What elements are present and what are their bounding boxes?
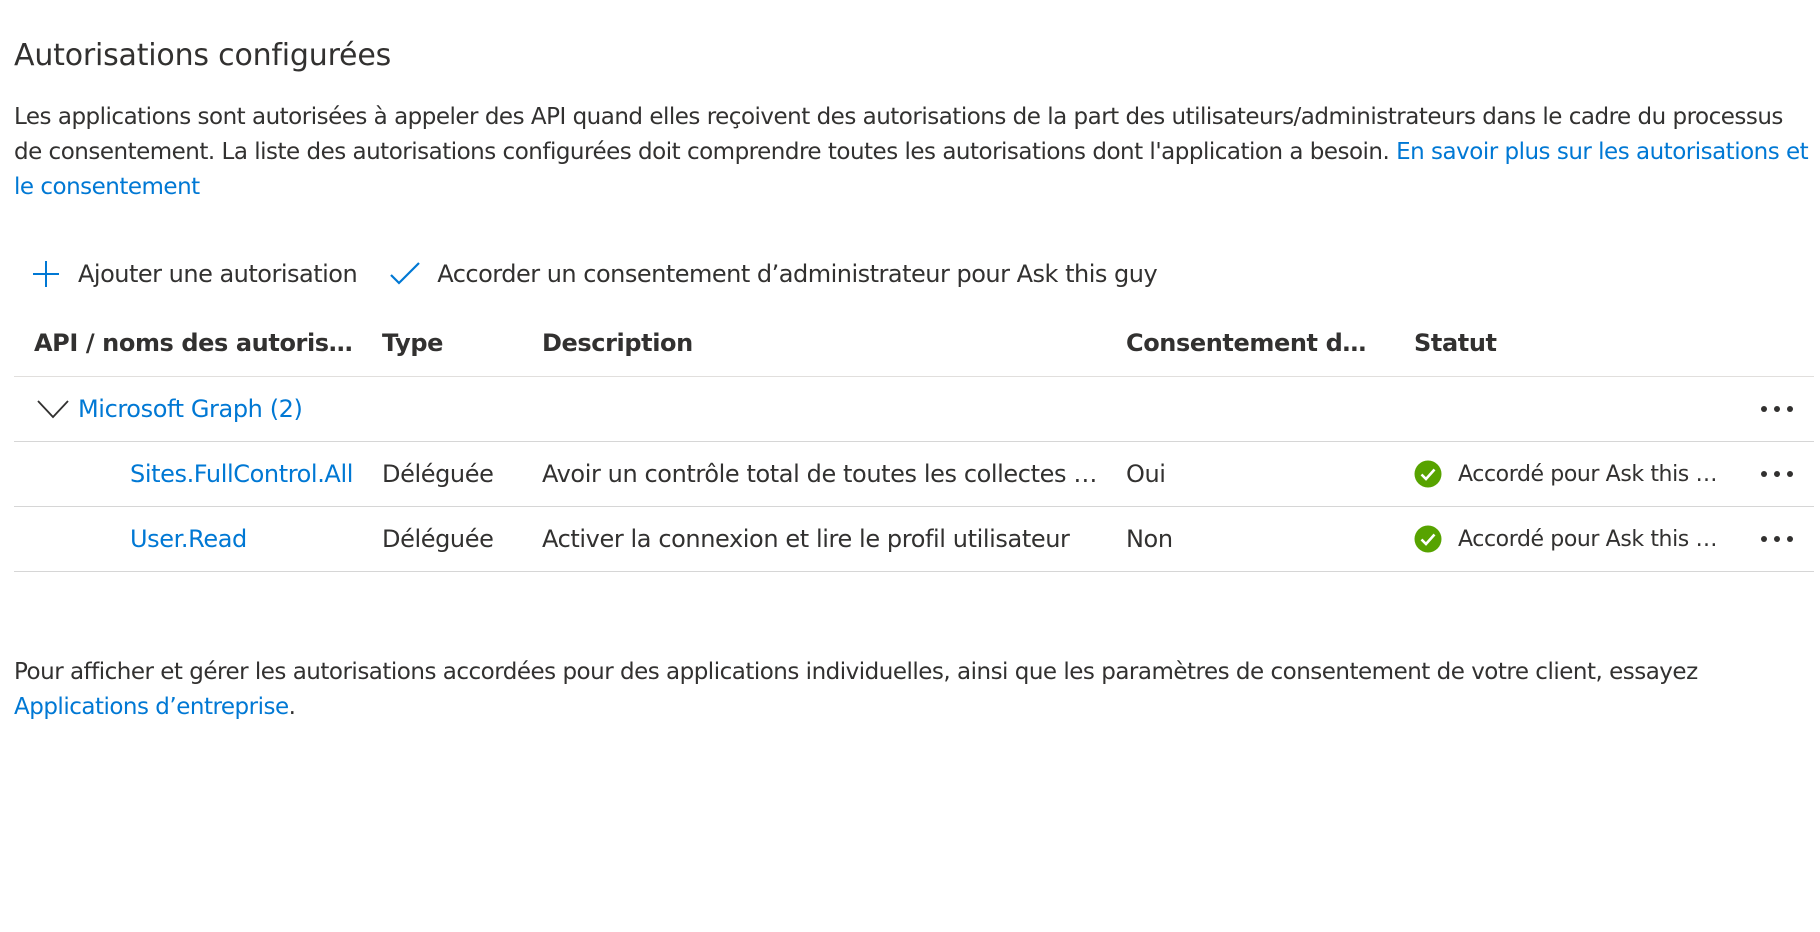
admin-consent-required: Non	[1126, 525, 1173, 553]
permission-description-cell: Avoir un contrôle total de toutes les co…	[542, 442, 1122, 506]
success-check-icon	[1414, 460, 1442, 488]
grant-admin-consent-button[interactable]: Accorder un consentement d’administrateu…	[387, 256, 1158, 292]
permission-description: Activer la connexion et lire le profil u…	[542, 525, 1070, 553]
add-permission-label: Ajouter une autorisation	[78, 260, 358, 288]
permission-description-cell: Activer la connexion et lire le profil u…	[542, 507, 1122, 571]
more-options-icon[interactable]	[1757, 524, 1797, 554]
column-header-type[interactable]: Type	[382, 310, 532, 376]
permission-name-cell: User.Read	[130, 507, 370, 571]
plus-icon	[28, 256, 64, 292]
more-options-icon[interactable]	[1757, 459, 1797, 489]
group-link-microsoft-graph[interactable]: Microsoft Graph (2)	[78, 395, 303, 423]
permission-link-user-read[interactable]: User.Read	[130, 525, 247, 553]
table-header-row: API / noms des autorisations Type Descri…	[14, 310, 1814, 377]
section-title: Autorisations configurées	[14, 38, 392, 73]
permission-link-sites-fullcontrol[interactable]: Sites.FullControl.All	[130, 460, 353, 488]
chevron-down-icon[interactable]	[36, 392, 70, 426]
intro-paragraph: Les applications sont autorisées à appel…	[14, 100, 1814, 205]
row-more-cell	[1752, 442, 1802, 506]
footer-paragraph: Pour afficher et gérer les autorisations…	[14, 655, 1814, 725]
column-header-api[interactable]: API / noms des autorisations	[34, 310, 364, 376]
checkmark-icon	[387, 256, 423, 292]
enterprise-applications-link[interactable]: Applications d’entreprise	[14, 694, 289, 720]
status-text: Accordé pour Ask this guy	[1458, 461, 1730, 487]
command-bar: Ajouter une autorisation Accorder un con…	[28, 252, 1187, 296]
permission-type: Déléguée	[382, 525, 494, 553]
group-row-microsoft-graph: Microsoft Graph (2)	[14, 377, 1814, 442]
success-check-icon	[1414, 525, 1442, 553]
status-cell: Accordé pour Ask this guy	[1414, 507, 1754, 571]
footer-suffix: .	[288, 694, 296, 720]
column-header-description[interactable]: Description	[542, 310, 1122, 376]
admin-consent-required: Oui	[1126, 460, 1166, 488]
permission-description: Avoir un contrôle total de toutes les co…	[542, 460, 1102, 488]
grant-admin-consent-label: Accorder un consentement d’administrateu…	[437, 260, 1158, 288]
column-header-status[interactable]: Statut	[1414, 310, 1754, 376]
permissions-table: API / noms des autorisations Type Descri…	[14, 310, 1814, 572]
group-more-cell	[1752, 377, 1802, 441]
status-cell: Accordé pour Ask this guy	[1414, 442, 1754, 506]
status-text: Accordé pour Ask this guy	[1458, 526, 1730, 552]
permission-name-cell: Sites.FullControl.All	[130, 442, 370, 506]
footer-text: Pour afficher et gérer les autorisations…	[14, 659, 1698, 685]
table-row: User.Read Déléguée Activer la connexion …	[14, 507, 1814, 572]
add-permission-button[interactable]: Ajouter une autorisation	[28, 256, 358, 292]
configured-permissions-page: Autorisations configurées Les applicatio…	[0, 0, 1820, 932]
column-header-admin-consent[interactable]: Consentement de l'administrateur requis	[1126, 310, 1386, 376]
table-row: Sites.FullControl.All Déléguée Avoir un …	[14, 442, 1814, 507]
more-options-icon[interactable]	[1757, 394, 1797, 424]
group-cell: Microsoft Graph (2)	[36, 377, 436, 441]
row-more-cell	[1752, 507, 1802, 571]
permission-type: Déléguée	[382, 460, 494, 488]
